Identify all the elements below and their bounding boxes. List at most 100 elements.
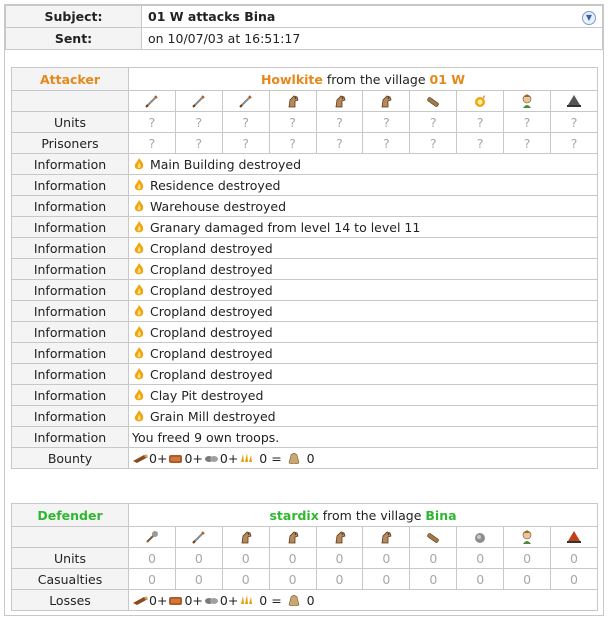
information-row: Information Granary damaged from level 1…	[11, 216, 599, 238]
unit-icon-cell	[362, 526, 411, 548]
unit-count-cell: ?	[409, 111, 458, 133]
unit-count-cell: ?	[409, 132, 458, 154]
info-text: Cropland destroyed	[149, 282, 273, 298]
info-cell: Main Building destroyed	[127, 153, 599, 175]
empty-cell	[11, 526, 129, 548]
unit-count-cell: 0	[174, 568, 223, 590]
defender-player[interactable]: stardix	[269, 508, 318, 523]
ram-icon[interactable]	[425, 529, 441, 545]
unit-count-cell: 0	[503, 547, 552, 569]
unit-count-cell: 0	[221, 568, 270, 590]
freed-row: Information You freed 9 own troops.	[11, 426, 599, 448]
crop-value: 0	[259, 592, 268, 608]
horse-icon[interactable]	[285, 529, 301, 545]
attacker-unit-icons-row	[11, 90, 599, 112]
unit-icon-cell	[128, 526, 176, 548]
defender-table: Defender stardix from the village Bina U…	[11, 503, 599, 611]
sword-icon[interactable]	[144, 93, 160, 109]
horse-icon[interactable]	[378, 529, 394, 545]
mace-icon[interactable]	[144, 529, 160, 545]
flame-icon	[134, 346, 144, 358]
chevron-down-icon[interactable]: ▼	[582, 11, 596, 25]
info-text: Cropland destroyed	[149, 324, 273, 340]
wood-value: 0	[149, 592, 157, 608]
unit-count-cell: ?	[503, 132, 552, 154]
unit-count-cell: ?	[362, 111, 411, 133]
unit-count-cell: ?	[174, 111, 223, 133]
unit-count-cell: 0	[362, 568, 411, 590]
chief-icon[interactable]	[519, 93, 535, 109]
casualties-label: Casualties	[11, 568, 129, 590]
info-label: Information	[11, 237, 129, 259]
info-label: Information	[11, 216, 129, 238]
crop-icon	[241, 452, 253, 462]
information-row: Information Cropland destroyed	[11, 258, 599, 280]
wood-icon	[133, 454, 148, 463]
unit-icon-cell	[315, 526, 364, 548]
info-label: Information	[11, 426, 129, 448]
unit-count-cell: 0	[315, 568, 364, 590]
information-row: Information Residence destroyed	[11, 174, 599, 196]
info-label: Information	[11, 321, 129, 343]
sent-value: on 10/07/03 at 16:51:17	[141, 27, 603, 50]
unit-count-cell: ?	[456, 111, 505, 133]
horse-icon[interactable]	[238, 529, 254, 545]
info-text: Cropland destroyed	[149, 261, 273, 277]
unit-count-cell: ?	[128, 132, 176, 154]
information-row: Information Clay Pit destroyed	[11, 384, 599, 406]
info-cell: Cropland destroyed	[127, 300, 599, 322]
info-cell: Cropland destroyed	[127, 342, 599, 364]
sword-icon[interactable]	[238, 93, 254, 109]
unit-icon-cell	[128, 90, 176, 112]
unit-count-cell: ?	[128, 111, 176, 133]
settler-icon[interactable]	[566, 93, 582, 109]
unit-count-cell: 0	[456, 568, 505, 590]
flame-icon	[134, 304, 144, 316]
unit-icon-cell	[456, 526, 505, 548]
bounty-row: Bounty 0+ 0+ 0+ 0 = 0	[11, 447, 599, 469]
attacker-player[interactable]: Howlkite	[261, 72, 323, 87]
sword-icon[interactable]	[191, 93, 207, 109]
info-cell: Cropland destroyed	[127, 258, 599, 280]
info-label: Information	[11, 279, 129, 301]
crop-value: 0	[259, 450, 268, 466]
unit-icon-cell	[174, 526, 223, 548]
wood-icon	[133, 596, 148, 605]
wood-value: 0	[149, 450, 157, 466]
horse-icon[interactable]	[332, 93, 348, 109]
clay-value: 0	[184, 592, 193, 608]
unit-count-cell: ?	[550, 111, 599, 133]
subject-value: 01 W attacks Bina ▼	[141, 5, 603, 28]
info-label: Information	[11, 363, 129, 385]
info-cell: Cropland destroyed	[127, 321, 599, 343]
unit-icon-cell	[409, 526, 458, 548]
clay-value: 0	[184, 450, 193, 466]
unit-count-cell: 0	[174, 547, 223, 569]
info-text: Granary damaged from level 14 to level 1…	[149, 219, 421, 235]
flame-icon	[134, 262, 144, 274]
defender-label: Defender	[11, 503, 129, 527]
chief-icon[interactable]	[519, 529, 535, 545]
attacker-from-text: from the village	[326, 71, 426, 87]
clay-icon	[169, 596, 183, 605]
prisoners-label: Prisoners	[11, 132, 129, 154]
sword-icon[interactable]	[191, 529, 207, 545]
clay-icon	[169, 454, 183, 463]
info-label: Information	[11, 405, 129, 427]
unit-count-cell: 0	[128, 568, 176, 590]
report-frame: Subject: 01 W attacks Bina ▼ Sent: on 10…	[4, 4, 604, 616]
iron-value: 0	[219, 592, 228, 608]
fireball-icon[interactable]	[472, 93, 488, 109]
ram-icon[interactable]	[425, 93, 441, 109]
horse-icon[interactable]	[285, 93, 301, 109]
crop-icon	[241, 594, 253, 604]
horse-icon[interactable]	[332, 529, 348, 545]
unit-icon-cell	[268, 90, 317, 112]
defender-village[interactable]: Bina	[425, 508, 456, 523]
attacker-village[interactable]: 01 W	[430, 72, 466, 87]
horse-icon[interactable]	[378, 93, 394, 109]
bounty-values: 0+ 0+ 0+ 0 = 0	[127, 447, 599, 469]
units-label: Units	[11, 547, 129, 569]
catapult-icon[interactable]	[472, 529, 488, 545]
settler-icon[interactable]	[566, 529, 582, 545]
